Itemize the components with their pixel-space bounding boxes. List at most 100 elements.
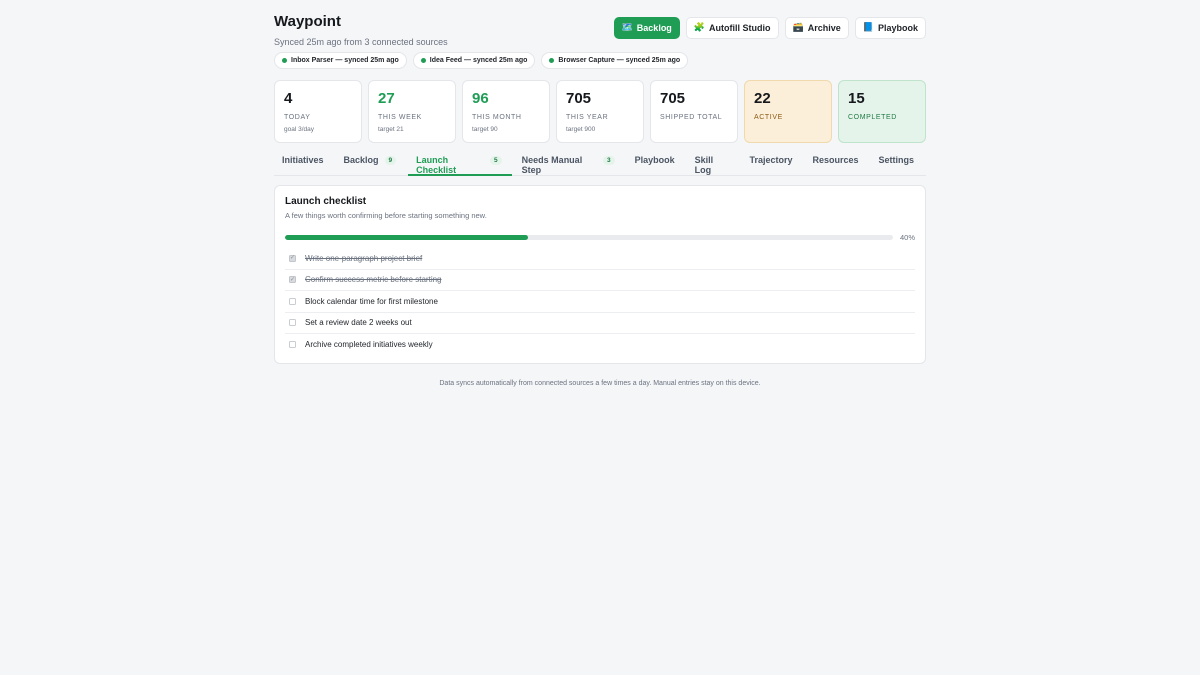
map-icon: 🗺️ <box>621 22 633 33</box>
tab-label: Initiatives <box>282 155 324 165</box>
tab-settings[interactable]: Settings <box>871 155 925 176</box>
panel-title: Launch checklist <box>285 196 367 207</box>
tab-needs-manual-step[interactable]: Needs Manual Step 3 <box>514 155 625 176</box>
puzzle-icon: 🧩 <box>693 22 706 33</box>
tab-label: Trajectory <box>749 155 793 165</box>
tab-count-badge: 9 <box>384 156 397 165</box>
blue-book-icon: 📘 <box>862 22 874 33</box>
app-container: Waypoint Synced 25m ago from 3 connected… <box>274 0 926 387</box>
checklist-item[interactable]: ✓ Write one-paragraph project brief <box>285 248 915 270</box>
stat-label: TODAY <box>284 114 311 121</box>
checkbox[interactable] <box>289 297 296 305</box>
header: Waypoint Synced 25m ago from 3 connected… <box>274 14 926 48</box>
stat-card-completed: 15 COMPLETED <box>838 80 926 143</box>
app-title: Waypoint <box>274 13 341 30</box>
tab-label: Skill Log <box>694 155 714 175</box>
playbook-button[interactable]: 📘 Playbook <box>854 17 926 39</box>
checklist-item[interactable]: Set a review date 2 weeks out <box>285 313 915 334</box>
checklist: ✓ Write one-paragraph project brief ✓ Confi… <box>285 248 915 356</box>
stat-label: THIS WEEK <box>378 114 422 121</box>
button-label: Archive <box>807 23 841 33</box>
source-label: Browser Capture — synced 25m ago <box>558 57 681 64</box>
tab-count-badge: 3 <box>602 156 615 165</box>
stat-value: 15 <box>848 90 865 107</box>
stat-card-this-week: 27 THIS WEEK target 21 <box>368 80 456 143</box>
stat-value: 27 <box>378 90 395 107</box>
source-label: Idea Feed — synced 25m ago <box>429 57 528 64</box>
launch-checklist-panel: Launch checklist A few things worth conf… <box>274 185 926 364</box>
tab-bar: Initiatives Backlog 9 Launch Checklist 5 Need… <box>274 155 926 176</box>
progress-row: 40% <box>285 232 915 242</box>
button-label: Autofill Studio <box>709 23 771 33</box>
sync-status: Synced 25m ago from 3 connected sources <box>274 37 448 47</box>
stat-target: target 90 <box>472 126 498 133</box>
tab-label: Resources <box>812 155 859 165</box>
stat-label: THIS YEAR <box>566 114 609 121</box>
checkbox[interactable] <box>289 319 296 327</box>
stat-card-this-year: 705 THIS YEAR target 900 <box>556 80 644 143</box>
status-dot-icon <box>282 58 287 63</box>
footer-note: Data syncs automatically from connected … <box>439 380 761 387</box>
checklist-item[interactable]: Block calendar time for first milestone <box>285 291 915 313</box>
stat-value: 705 <box>660 90 686 107</box>
tab-skill-log[interactable]: Skill Log <box>687 155 740 176</box>
checklist-item[interactable]: ✓ Confirm success metric before starting <box>285 270 915 291</box>
stat-label: COMPLETED <box>848 114 897 121</box>
button-label: Playbook <box>877 23 918 33</box>
status-dot-icon <box>549 58 555 63</box>
checkbox[interactable] <box>289 341 296 349</box>
panel-subtitle: A few things worth confirming before sta… <box>285 211 487 220</box>
tab-label: Needs Manual Step <box>521 155 583 175</box>
tab-label: Playbook <box>634 155 675 165</box>
source-list: Inbox Parser — synced 25m ago Idea Feed —… <box>274 52 926 69</box>
tab-playbook[interactable]: Playbook <box>627 155 685 176</box>
stats-row: 4 TODAY goal 3/day 27 THIS WEEK target 21 96 TH… <box>274 80 926 143</box>
checklist-item[interactable]: Archive completed initiatives weekly <box>285 334 915 356</box>
progress-fill <box>285 234 529 240</box>
tab-trajectory[interactable]: Trajectory <box>741 155 802 176</box>
tab-launch-checklist[interactable]: Launch Checklist 5 <box>408 155 512 176</box>
source-pill: Inbox Parser — synced 25m ago <box>274 52 407 69</box>
stat-value: 96 <box>472 90 489 107</box>
stat-card-active: 22 ACTIVE <box>744 80 832 143</box>
stat-target: target 900 <box>566 126 596 133</box>
archive-button[interactable]: 🗃️ Archive <box>784 17 849 39</box>
stat-card-shipped-total: 705 SHIPPED TOTAL <box>650 80 738 143</box>
source-pill: Idea Feed — synced 25m ago <box>412 52 536 69</box>
autofill-studio-button[interactable]: 🧩 Autofill Studio <box>685 17 779 39</box>
progress-bar <box>285 234 893 240</box>
tab-label: Launch Checklist <box>416 155 457 175</box>
source-pill: Browser Capture — synced 25m ago <box>541 52 689 69</box>
stat-label: ACTIVE <box>754 114 783 121</box>
progress-percent: 40% <box>899 232 915 242</box>
button-label: Backlog <box>636 23 672 33</box>
checklist-item-text: Confirm success metric before starting <box>305 275 442 285</box>
stat-label: THIS MONTH <box>472 114 522 121</box>
checklist-item-text: Block calendar time for first milestone <box>305 296 438 306</box>
source-label: Inbox Parser — synced 25m ago <box>291 57 399 64</box>
checkbox[interactable]: ✓ <box>289 254 296 262</box>
stat-label: SHIPPED TOTAL <box>660 114 723 121</box>
checklist-item-text: Archive completed initiatives weekly <box>305 340 433 350</box>
stat-target: target 21 <box>378 126 404 133</box>
stat-value: 705 <box>566 90 592 107</box>
header-actions: 🗺️ Backlog 🧩 Autofill Studio 🗃️ Archive 📘 Playb… <box>613 17 926 39</box>
stat-card-this-month: 96 THIS MONTH target 90 <box>462 80 550 143</box>
stat-value: 4 <box>284 90 293 107</box>
tab-initiatives[interactable]: Initiatives <box>274 155 334 176</box>
title-block: Waypoint Synced 25m ago from 3 connected… <box>274 14 448 48</box>
tab-label: Settings <box>878 155 915 165</box>
checklist-item-text: Write one-paragraph project brief <box>305 253 423 263</box>
tab-count-badge: 5 <box>490 156 502 165</box>
stat-card-today: 4 TODAY goal 3/day <box>274 80 362 143</box>
checklist-item-text: Set a review date 2 weeks out <box>305 318 412 328</box>
tab-resources[interactable]: Resources <box>804 155 868 176</box>
tab-label: Backlog <box>343 155 379 165</box>
backlog-button[interactable]: 🗺️ Backlog <box>613 17 680 39</box>
tab-backlog[interactable]: Backlog 9 <box>336 155 407 176</box>
stat-target: goal 3/day <box>284 126 314 133</box>
card-file-box-icon: 🗃️ <box>792 22 804 33</box>
checkbox[interactable]: ✓ <box>289 276 296 284</box>
stat-value: 22 <box>754 90 771 107</box>
status-dot-icon <box>420 58 426 63</box>
